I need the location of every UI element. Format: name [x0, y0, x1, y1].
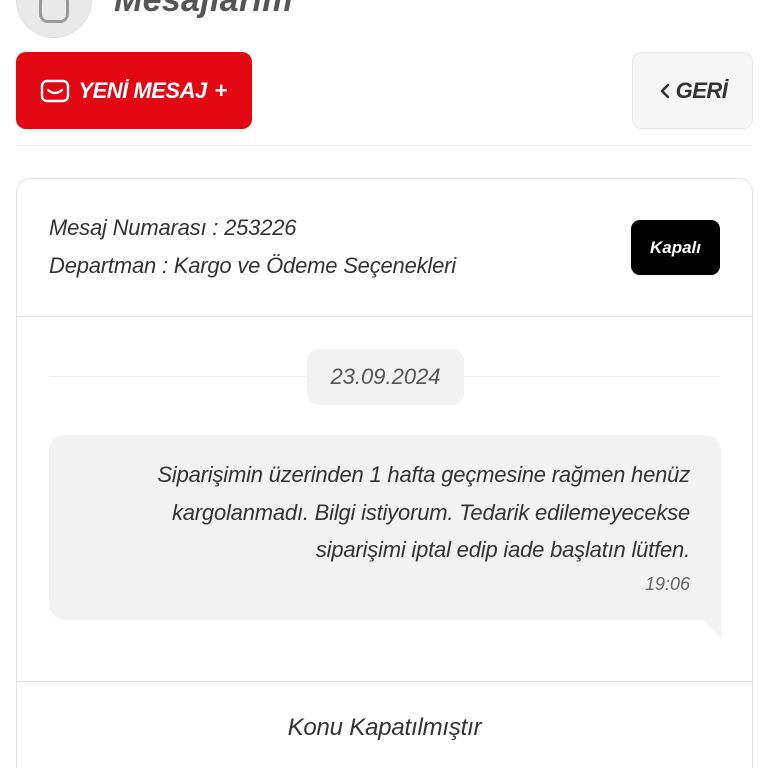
message-body: Siparişimin üzerinden 1 hafta geçmesine … — [157, 462, 690, 562]
status-badge: Kapalı — [631, 220, 720, 275]
new-message-label: YENİ MESAJ — [78, 77, 207, 103]
page-title: Mesajlarım — [114, 0, 293, 20]
chevron-left-icon — [658, 82, 672, 100]
plus-icon: + — [214, 77, 228, 103]
message-bubble: Siparişimin üzerinden 1 hafta geçmesine … — [49, 435, 721, 620]
message-card-header: Mesaj Numarası : 253226 Departman : Karg… — [17, 179, 752, 317]
back-button[interactable]: GERİ — [632, 52, 753, 129]
new-message-button[interactable]: YENİ MESAJ + — [16, 52, 252, 129]
message-card: Mesaj Numarası : 253226 Departman : Karg… — [16, 178, 753, 768]
avatar-icon — [39, 0, 69, 23]
message-thread: 23.09.2024 Siparişimin üzerinden 1 hafta… — [17, 317, 752, 681]
closed-notice-area: Konu Kapatılmıştır — [17, 681, 752, 768]
messages-page: Mesajlarım YENİ MESAJ + GERİ Mesaj Numar… — [0, 0, 768, 768]
avatar[interactable] — [16, 0, 92, 38]
message-department: Departman : Kargo ve Ödeme Seçenekleri — [49, 253, 456, 278]
divider — [16, 145, 752, 146]
bubble-tail — [703, 620, 721, 638]
mail-icon — [40, 79, 70, 103]
message-number: Mesaj Numarası : 253226 — [49, 215, 297, 240]
date-chip: 23.09.2024 — [307, 349, 464, 405]
closed-notice: Konu Kapatılmıştır — [287, 714, 482, 741]
back-label: GERİ — [675, 77, 728, 103]
message-time: 19:06 — [644, 574, 690, 594]
page-header: Mesajlarım — [16, 0, 293, 40]
